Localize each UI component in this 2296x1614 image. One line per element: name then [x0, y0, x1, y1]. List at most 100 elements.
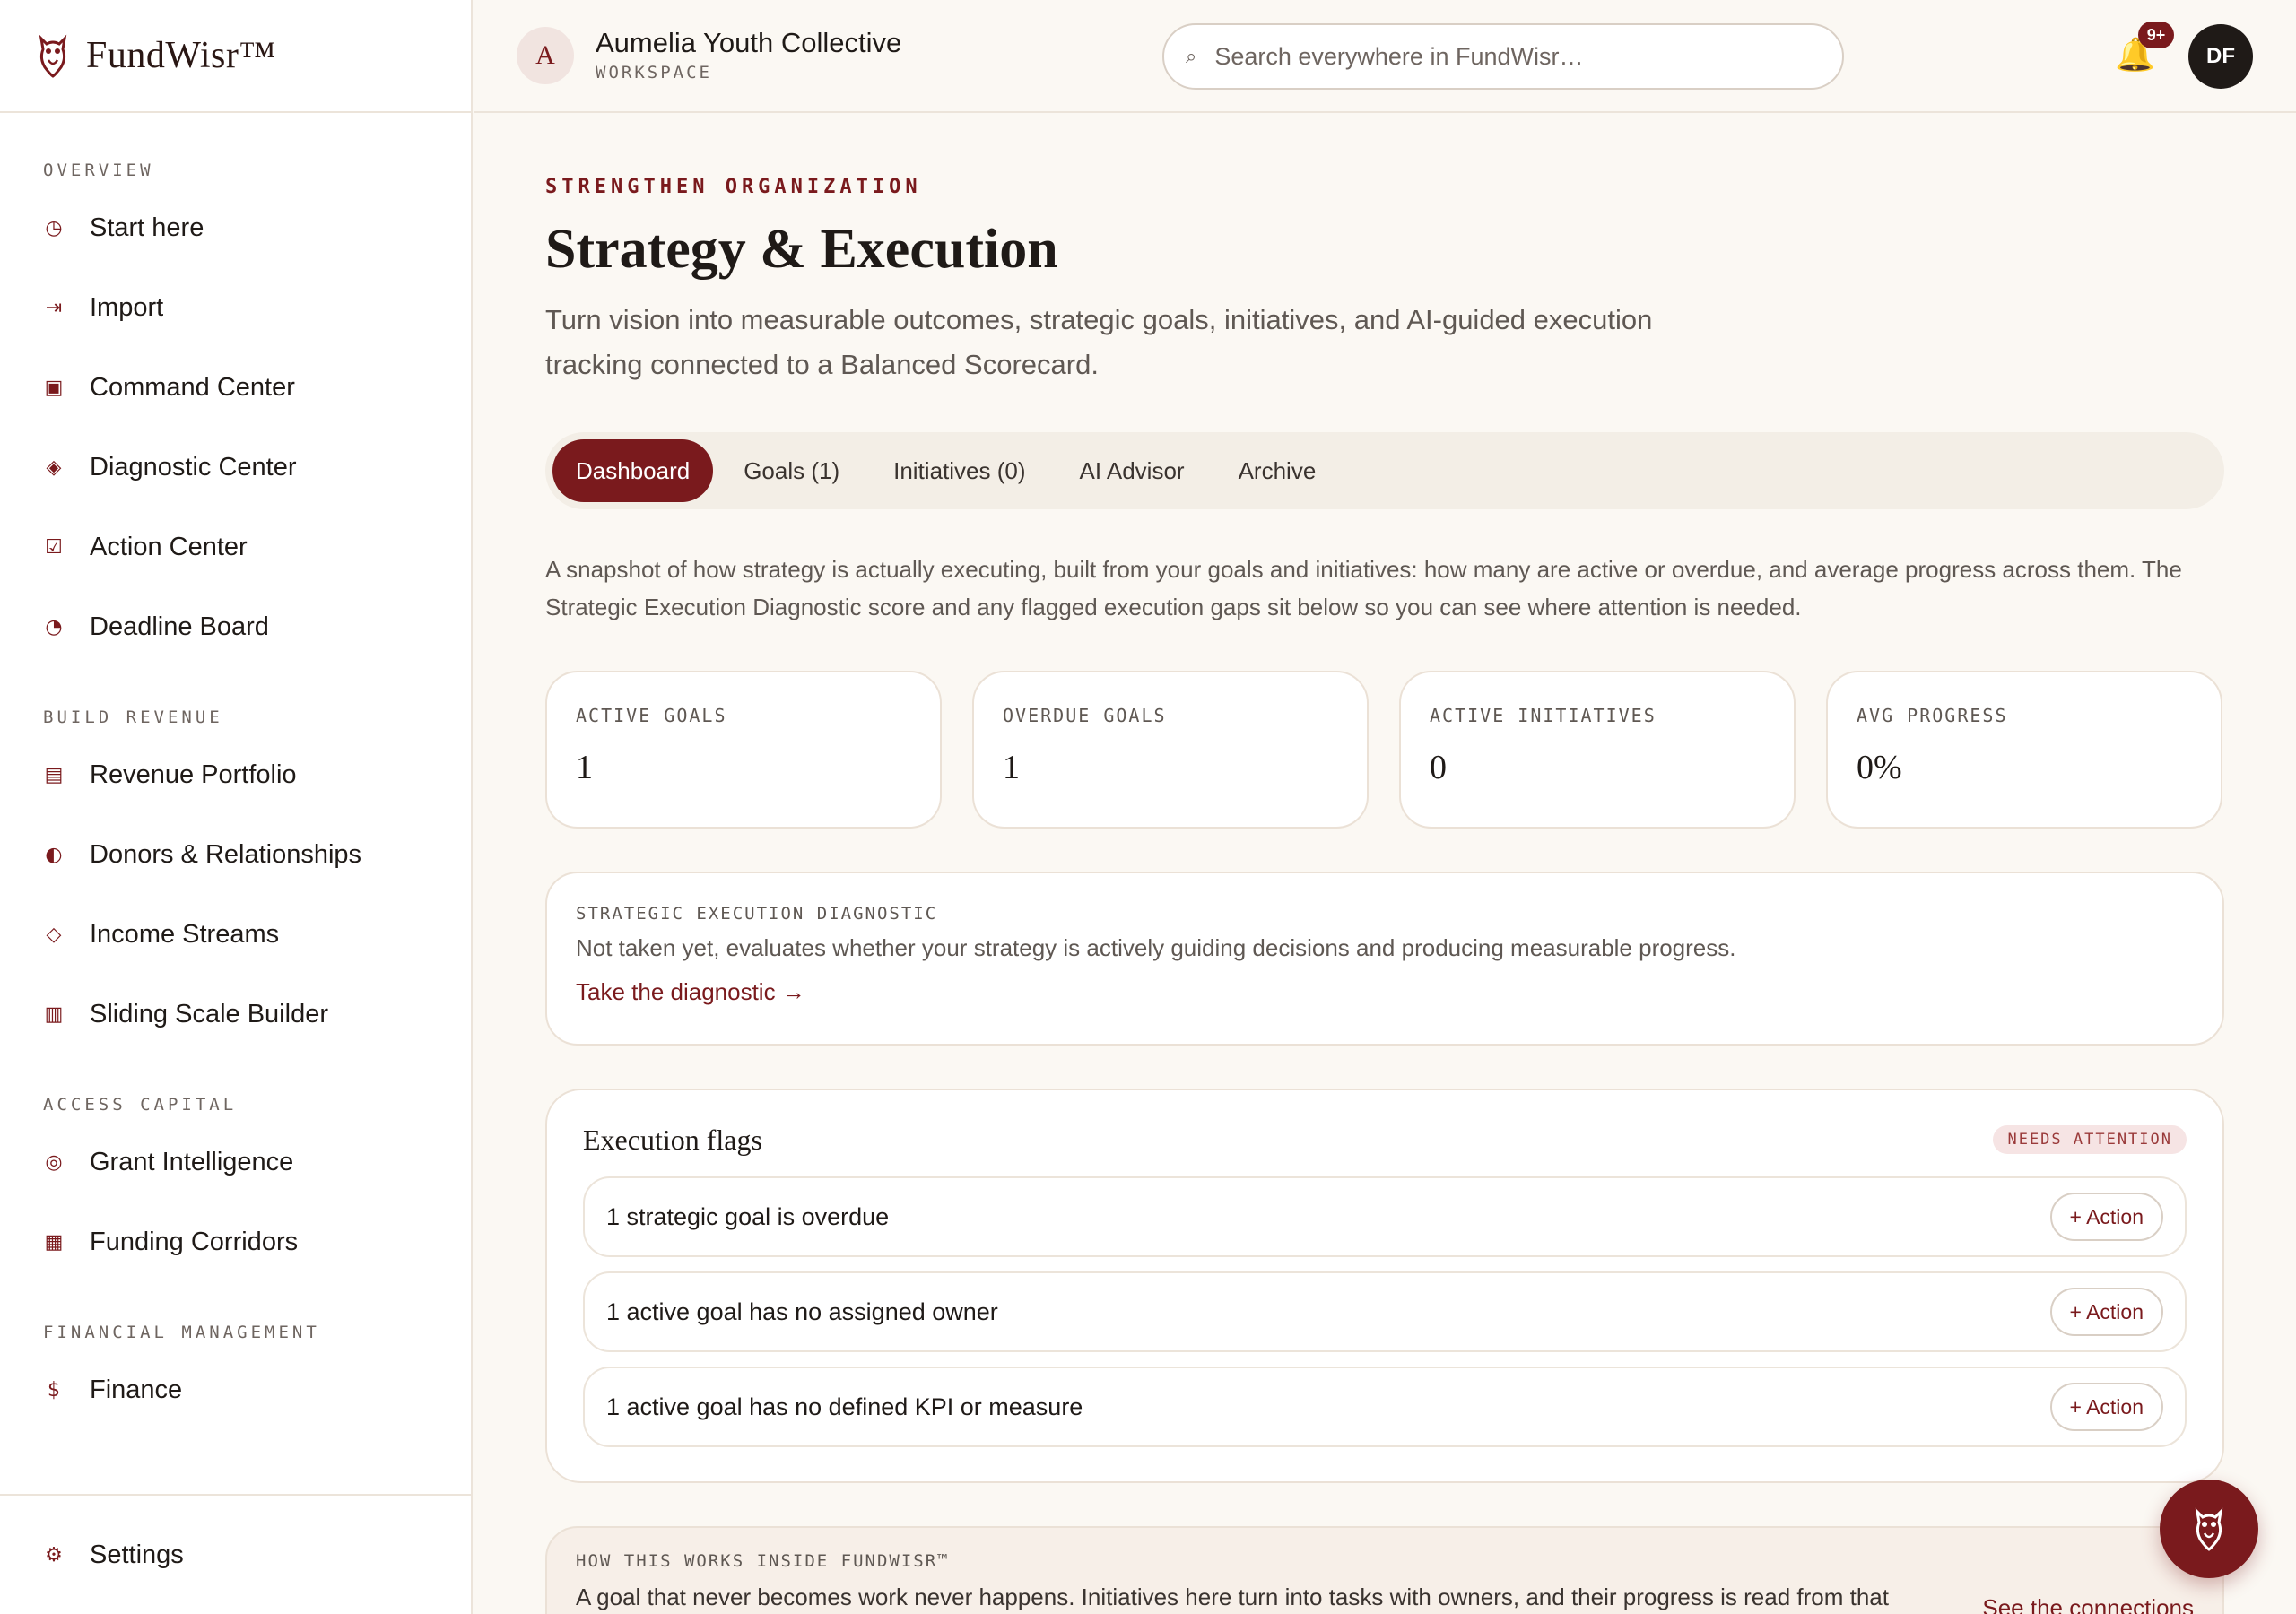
- sidebar-item-label: Donors & Relationships: [90, 840, 362, 869]
- stat-card-avg-progress: AVG PROGRESS 0%: [1826, 671, 2222, 829]
- flag-row: 1 active goal has no assigned owner + Ac…: [583, 1271, 2187, 1352]
- tab-ai-advisor[interactable]: AI Advisor: [1057, 439, 1208, 502]
- flag-text: 1 active goal has no defined KPI or meas…: [606, 1393, 1083, 1420]
- stat-card-active-goals: ACTIVE GOALS 1: [545, 671, 942, 829]
- brand-name: FundWisr™: [86, 35, 276, 76]
- diagnostic-card: STRATEGIC EXECUTION DIAGNOSTIC Not taken…: [545, 872, 2224, 1046]
- flag-row: 1 strategic goal is overdue + Action: [583, 1176, 2187, 1257]
- sidebar-item-label: Diagnostic Center: [90, 453, 297, 482]
- top-bar: A Aumelia Youth Collective WORKSPACE ⌕ 🔔…: [474, 0, 2296, 113]
- sidebar-item-income-streams[interactable]: ◇ Income Streams: [0, 895, 471, 975]
- square-icon: ▣: [44, 377, 64, 399]
- owl-icon: [2195, 1507, 2223, 1551]
- nav-section-access-capital: ACCESS CAPITAL: [43, 1095, 238, 1115]
- sidebar-item-diagnostic-center[interactable]: ◈ Diagnostic Center: [0, 428, 471, 508]
- tab-goals[interactable]: Goals (1): [720, 439, 863, 502]
- workspace-label: WORKSPACE: [596, 63, 712, 82]
- how-text: A goal that never becomes work never hap…: [576, 1584, 1889, 1610]
- sidebar-item-settings[interactable]: ⚙ Settings: [0, 1515, 471, 1595]
- diagnostic-eyebrow: STRATEGIC EXECUTION DIAGNOSTIC: [576, 904, 938, 924]
- clock-icon: ◷: [45, 217, 63, 239]
- owl-logo-icon: [39, 34, 67, 78]
- list-icon: ▤: [44, 764, 64, 786]
- add-action-button[interactable]: + Action: [2049, 1193, 2163, 1241]
- half-circle-icon: ◐: [45, 844, 63, 866]
- sidebar-item-label: Income Streams: [90, 920, 280, 949]
- diagnostic-text: Not taken yet, evaluates whether your st…: [576, 934, 1736, 961]
- target-icon: ◎: [45, 1151, 63, 1174]
- diamond-outline-icon: ◇: [46, 924, 62, 946]
- sidebar-item-deadline-board[interactable]: ◔ Deadline Board: [0, 587, 471, 667]
- gear-icon: ⚙: [45, 1544, 63, 1566]
- tab-archive[interactable]: Archive: [1215, 439, 1340, 502]
- sidebar-item-label: Import: [90, 293, 164, 322]
- sidebar: FundWisr™ OVERVIEW ◷ Start here ⇥ Import…: [0, 0, 473, 1614]
- checkbox-icon: ☑: [45, 536, 63, 559]
- stat-value: 0%: [1857, 749, 1902, 786]
- execution-flags-card: Execution flags NEEDS ATTENTION 1 strate…: [545, 1089, 2224, 1483]
- sidebar-nav: OVERVIEW ◷ Start here ⇥ Import ▣ Command…: [0, 113, 471, 1430]
- sidebar-item-import[interactable]: ⇥ Import: [0, 268, 471, 348]
- see-connections-link[interactable]: See the connections: [1982, 1594, 2194, 1614]
- pie-icon: ◔: [45, 616, 63, 638]
- how-eyebrow: HOW THIS WORKS INSIDE FUNDWISR™: [576, 1551, 950, 1571]
- sidebar-item-finance[interactable]: $ Finance: [0, 1350, 471, 1430]
- sidebar-item-funding-corridors[interactable]: ▦ Funding Corridors: [0, 1202, 471, 1282]
- nav-section-build-revenue: BUILD REVENUE: [43, 707, 223, 727]
- diamond-icon: ◈: [46, 456, 62, 479]
- stat-label: ACTIVE GOALS: [576, 705, 727, 726]
- import-arrow-icon: ⇥: [45, 297, 63, 319]
- sidebar-item-label: Settings: [90, 1540, 184, 1569]
- sidebar-item-label: Command Center: [90, 373, 295, 402]
- flag-row: 1 active goal has no defined KPI or meas…: [583, 1367, 2187, 1447]
- nav-section-overview: OVERVIEW: [43, 161, 154, 180]
- sidebar-item-action-center[interactable]: ☑ Action Center: [0, 508, 471, 587]
- add-action-button[interactable]: + Action: [2049, 1383, 2163, 1431]
- stat-label: OVERDUE GOALS: [1003, 705, 1167, 726]
- sidebar-item-label: Funding Corridors: [90, 1228, 299, 1256]
- tab-initiatives[interactable]: Initiatives (0): [870, 439, 1048, 502]
- sidebar-item-grant-intelligence[interactable]: ◎ Grant Intelligence: [0, 1123, 471, 1202]
- notification-badge: 9+: [2138, 22, 2174, 48]
- flags-header: Execution flags NEEDS ATTENTION: [583, 1117, 2187, 1162]
- stat-label: ACTIVE INITIATIVES: [1430, 705, 1657, 726]
- sidebar-item-label: Grant Intelligence: [90, 1148, 294, 1176]
- stat-value: 1: [1003, 749, 1020, 786]
- sidebar-item-sliding-scale-builder[interactable]: ▥ Sliding Scale Builder: [0, 975, 471, 1054]
- stat-label: AVG PROGRESS: [1857, 705, 2008, 726]
- workspace-name[interactable]: Aumelia Youth Collective: [596, 27, 901, 59]
- sidebar-item-revenue-portfolio[interactable]: ▤ Revenue Portfolio: [0, 735, 471, 815]
- workspace-avatar[interactable]: A: [517, 27, 574, 84]
- dollar-icon: $: [48, 1379, 60, 1401]
- sidebar-item-label: Finance: [90, 1375, 183, 1404]
- stat-value: 1: [576, 749, 593, 786]
- sidebar-item-start-here[interactable]: ◷ Start here: [0, 188, 471, 268]
- search-icon: ⌕: [1186, 45, 1197, 67]
- flag-text: 1 strategic goal is overdue: [606, 1202, 890, 1230]
- page-eyebrow: STRENGTHEN ORGANIZATION: [545, 176, 922, 198]
- sidebar-item-label: Sliding Scale Builder: [90, 1000, 328, 1028]
- main-content: STRENGTHEN ORGANIZATION Strategy & Execu…: [545, 113, 2224, 1614]
- stat-card-overdue-goals: OVERDUE GOALS 1: [972, 671, 1369, 829]
- sidebar-item-donors-relationships[interactable]: ◐ Donors & Relationships: [0, 815, 471, 895]
- nav-section-financial-management: FINANCIAL MANAGEMENT: [43, 1323, 320, 1342]
- stat-value: 0: [1430, 749, 1447, 786]
- sidebar-item-command-center[interactable]: ▣ Command Center: [0, 348, 471, 428]
- flags-title: Execution flags: [583, 1123, 762, 1156]
- sidebar-item-label: Action Center: [90, 533, 248, 561]
- assistant-button[interactable]: [2160, 1480, 2258, 1578]
- how-it-works-card: HOW THIS WORKS INSIDE FUNDWISR™ A goal t…: [545, 1526, 2224, 1614]
- user-avatar[interactable]: DF: [2188, 24, 2253, 89]
- search-input[interactable]: [1214, 42, 1789, 71]
- search-bar[interactable]: ⌕: [1162, 23, 1844, 90]
- grid-icon: ▦: [44, 1231, 64, 1254]
- tab-bar: Dashboard Goals (1) Initiatives (0) AI A…: [545, 432, 2224, 509]
- sidebar-bottom: ⚙ Settings: [0, 1494, 471, 1595]
- needs-attention-badge: NEEDS ATTENTION: [1993, 1125, 2187, 1154]
- dashboard-intro: A snapshot of how strategy is actually e…: [545, 556, 2182, 620]
- add-action-button[interactable]: + Action: [2049, 1288, 2163, 1336]
- tab-dashboard[interactable]: Dashboard: [552, 439, 714, 502]
- take-diagnostic-link[interactable]: Take the diagnostic →: [576, 978, 805, 1006]
- brand[interactable]: FundWisr™: [0, 0, 471, 113]
- stat-card-active-initiatives: ACTIVE INITIATIVES 0: [1399, 671, 1796, 829]
